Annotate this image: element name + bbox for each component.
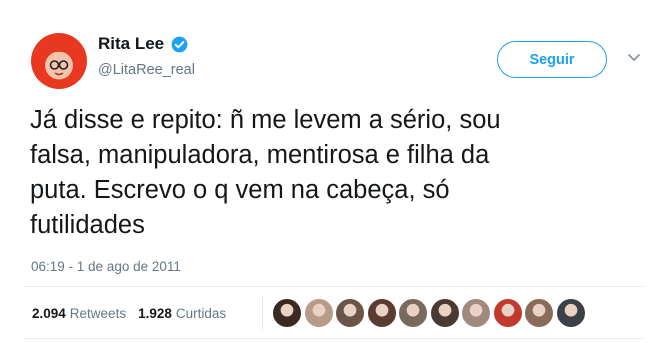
liker-avatar-icon[interactable] [555, 298, 586, 328]
tweet-timestamp[interactable]: 06:19 - 1 de ago de 2011 [31, 259, 181, 274]
follow-button[interactable]: Seguir [497, 41, 607, 78]
divider [24, 338, 644, 339]
chevron-down-icon[interactable] [627, 53, 641, 63]
avatar-image [41, 40, 77, 79]
liker-avatar-icon[interactable] [272, 298, 302, 328]
liker-avatar-icon[interactable] [492, 298, 523, 328]
likers-avatar-list [272, 298, 587, 328]
liker-avatar-icon[interactable] [524, 298, 554, 328]
stats-separator [262, 297, 263, 331]
tweet-text: Já disse e repito: ñ me levem a sério, s… [30, 106, 501, 239]
author-name[interactable]: Rita Lee [98, 34, 164, 54]
author-handle[interactable]: @LitaRee_real [98, 62, 195, 78]
tweet-stats: 2.094 Retweets 1.928 Curtidas [32, 306, 238, 321]
liker-avatar-icon[interactable] [429, 298, 460, 328]
author-name-row: Rita Lee [98, 34, 189, 54]
divider [24, 286, 644, 287]
liker-avatar-icon[interactable] [398, 298, 428, 328]
retweets-count[interactable]: 2.094 [32, 306, 66, 321]
tweet-card: Rita Lee @LitaRee_real Seguir Já disse e… [0, 0, 666, 343]
liker-avatar-icon[interactable] [366, 298, 397, 328]
retweets-label[interactable]: Retweets [70, 306, 126, 321]
likes-count[interactable]: 1.928 [138, 306, 172, 321]
liker-avatar-icon[interactable] [461, 298, 491, 328]
likes-label[interactable]: Curtidas [176, 306, 226, 321]
author-avatar[interactable] [31, 33, 87, 89]
verified-badge-icon [171, 36, 188, 52]
liker-avatar-icon[interactable] [335, 298, 365, 328]
liker-avatar-icon[interactable] [303, 298, 334, 328]
